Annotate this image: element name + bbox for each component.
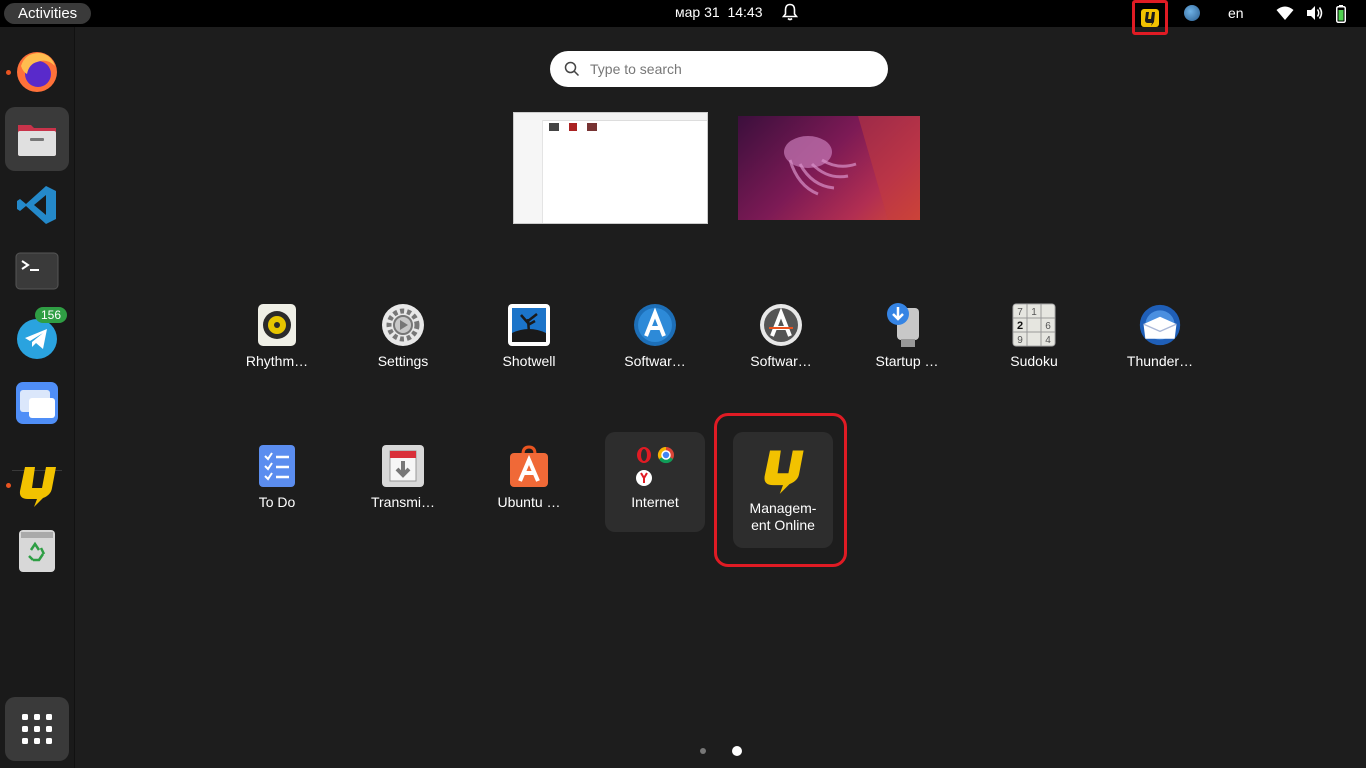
search-icon — [564, 61, 580, 77]
sudoku-icon: 7 1 2 6 9 4 — [1012, 303, 1056, 347]
ulogic-logo-icon — [1141, 8, 1159, 27]
show-applications-button[interactable] — [5, 697, 69, 761]
app-label: Transmi… — [370, 494, 436, 510]
app-label: Rhythm… — [245, 353, 309, 369]
dock-vscode[interactable] — [5, 173, 69, 237]
ubuntu-software-icon — [510, 445, 548, 487]
window-thumbnail-files[interactable] — [513, 112, 708, 224]
sudoku-digit: 6 — [1045, 321, 1051, 332]
files-icon — [18, 125, 56, 156]
top-bar: Activities мар 31 14:43 en — [0, 0, 1366, 35]
app-label: Thunder… — [1126, 353, 1194, 369]
app-label: Settings — [377, 353, 429, 369]
dock-window-manager[interactable] — [5, 371, 69, 435]
app-label: Shotwell — [502, 353, 556, 369]
battery-icon — [1336, 5, 1346, 23]
file-thumbnail — [587, 123, 597, 131]
app-software[interactable]: Softwar… — [605, 291, 705, 391]
internet-folder-icon — [636, 446, 674, 486]
app-startup-disk-creator[interactable]: Startup … — [857, 291, 957, 391]
volume-icon — [1307, 6, 1323, 20]
software-icon — [634, 304, 676, 346]
ulogic-icon — [19, 467, 56, 507]
app-label: Softwar… — [750, 353, 812, 369]
highlight-annotation — [714, 413, 847, 567]
dock-terminal[interactable] — [5, 239, 69, 303]
globe-icon[interactable] — [1184, 5, 1200, 21]
app-software-updater[interactable]: Softwar… — [731, 291, 831, 391]
sudoku-digit: 1 — [1031, 307, 1037, 318]
dock-trash[interactable] — [5, 519, 69, 583]
window-sidebar — [514, 120, 543, 223]
search-input[interactable] — [588, 60, 872, 78]
app-settings[interactable]: Settings — [353, 291, 453, 391]
app-label: Ubuntu … — [497, 494, 561, 510]
notification-badge: 156 — [34, 307, 67, 323]
dock-firefox[interactable] — [5, 40, 69, 104]
system-menu[interactable] — [1276, 5, 1346, 23]
sudoku-digit: 7 — [1017, 307, 1023, 318]
page-indicator-1[interactable] — [700, 748, 706, 754]
window-icon — [16, 382, 58, 424]
app-to-do[interactable]: To Do — [227, 432, 327, 532]
dock-files[interactable] — [5, 107, 69, 171]
jellyfish-wallpaper — [784, 116, 920, 220]
shotwell-icon — [508, 304, 550, 346]
settings-icon — [382, 304, 424, 346]
startup-disk-icon — [887, 303, 919, 347]
activities-button[interactable]: Activities — [4, 3, 92, 24]
firefox-icon — [17, 52, 57, 92]
clock[interactable]: мар 31 14:43 — [675, 4, 763, 20]
file-thumbnail — [549, 123, 559, 131]
app-sudoku[interactable]: 7 1 2 6 9 4 Sudoku — [984, 291, 1084, 391]
terminal-icon — [15, 252, 59, 290]
app-shotwell[interactable]: Shotwell — [479, 291, 579, 391]
search-box[interactable] — [550, 51, 888, 87]
app-label: Startup … — [875, 353, 939, 369]
app-grid-icon — [22, 714, 52, 744]
app-label: Internet — [631, 494, 679, 510]
todo-icon — [259, 445, 295, 487]
app-folder-internet[interactable]: Internet — [605, 432, 705, 532]
software-updater-icon — [760, 304, 802, 346]
clock-time: 14:43 — [727, 4, 763, 20]
trash-icon — [19, 530, 55, 572]
clock-date: мар 31 — [675, 4, 720, 20]
vscode-icon — [17, 186, 56, 224]
window-thumbnail-desktop[interactable] — [738, 116, 920, 220]
rhythmbox-icon — [258, 304, 296, 346]
sudoku-digit: 4 — [1045, 335, 1051, 346]
app-label: To Do — [258, 494, 296, 510]
app-thunderbird[interactable]: Thunder… — [1110, 291, 1210, 391]
ulogic-tray-icon[interactable] — [1132, 0, 1168, 35]
file-thumbnail — [569, 123, 577, 131]
bell-icon — [782, 3, 798, 21]
dock: 156 — [0, 27, 75, 768]
app-rhythmbox[interactable]: Rhythm… — [227, 291, 327, 391]
dock-management-online[interactable] — [5, 453, 69, 517]
language-indicator[interactable]: en — [1228, 5, 1244, 21]
dock-telegram[interactable]: 156 — [5, 305, 69, 369]
sudoku-digit: 9 — [1017, 335, 1023, 346]
sudoku-digit: 2 — [1017, 320, 1023, 332]
thunderbird-icon — [1139, 304, 1181, 346]
transmission-icon — [382, 445, 424, 487]
app-label: Softwar… — [624, 353, 686, 369]
app-ubuntu-software[interactable]: Ubuntu … — [479, 432, 579, 532]
page-indicator-2[interactable] — [732, 746, 742, 756]
wifi-icon — [1276, 6, 1294, 20]
app-transmission[interactable]: Transmi… — [353, 432, 453, 532]
app-label: Sudoku — [1010, 353, 1058, 369]
